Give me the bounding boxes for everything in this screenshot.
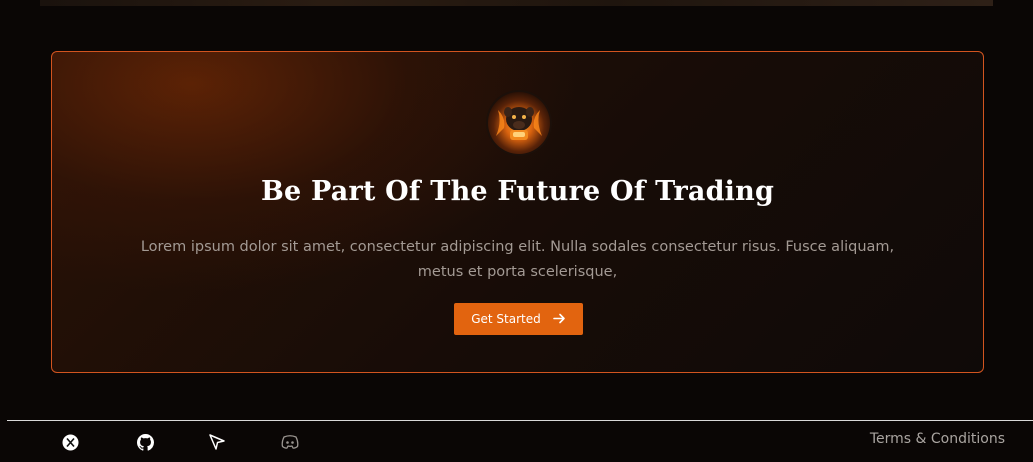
discord-icon[interactable] [280, 432, 300, 452]
get-started-label: Get Started [471, 312, 541, 326]
cursor-icon[interactable] [207, 432, 227, 452]
footer: Terms & Conditions [0, 421, 1033, 462]
terms-and-conditions-link[interactable]: Terms & Conditions [870, 431, 1005, 447]
cta-card: Be Part Of The Future Of Trading Lorem i… [51, 51, 984, 373]
bulldog-logo-icon [488, 92, 550, 154]
top-image-strip [40, 0, 993, 6]
github-icon[interactable] [135, 432, 155, 452]
cta-description: Lorem ipsum dolor sit amet, consectetur … [140, 239, 895, 280]
page: Be Part Of The Future Of Trading Lorem i… [0, 0, 1033, 462]
arrow-right-icon [552, 312, 566, 327]
cta-title: Be Part Of The Future Of Trading [260, 176, 775, 207]
get-started-button[interactable]: Get Started [454, 303, 583, 335]
x-twitter-icon[interactable] [60, 432, 80, 452]
